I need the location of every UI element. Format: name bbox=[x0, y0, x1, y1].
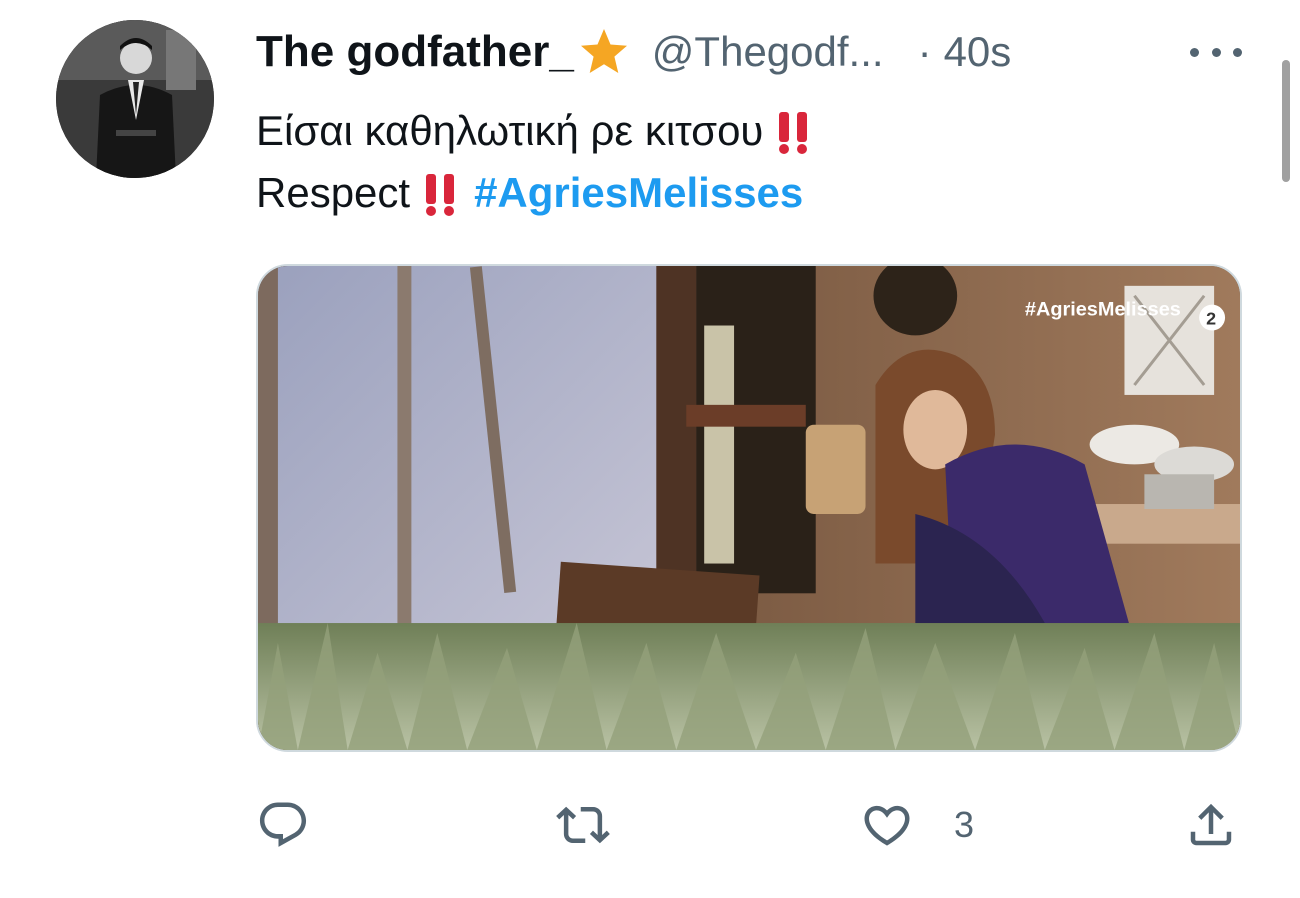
retweet-icon bbox=[556, 806, 610, 844]
avatar[interactable] bbox=[56, 20, 214, 178]
retweet-button[interactable] bbox=[556, 790, 650, 860]
share-icon bbox=[1190, 803, 1232, 846]
channel-logo: 2 bbox=[1206, 309, 1216, 329]
tweet-text-line1: Είσαι καθηλωτική ρε κιτσου bbox=[256, 107, 764, 154]
media-watermark: #AgriesMelisses bbox=[1025, 299, 1181, 321]
heart-icon bbox=[864, 805, 910, 846]
tweet-text-line2: Respect bbox=[256, 169, 411, 216]
user-handle[interactable]: @Thegodf... bbox=[652, 28, 884, 76]
timestamp[interactable]: 40s bbox=[944, 28, 1012, 76]
hashtag-link[interactable]: #AgriesMelisses bbox=[474, 162, 803, 224]
media-photo: #AgriesMelisses 2 bbox=[258, 266, 1240, 750]
display-name[interactable]: The godfather_ bbox=[256, 27, 574, 77]
avatar-image bbox=[56, 20, 214, 178]
star-emoji-icon bbox=[578, 26, 630, 78]
double-exclamation-icon bbox=[422, 171, 458, 216]
tweet-media-image[interactable]: #AgriesMelisses 2 bbox=[256, 264, 1242, 752]
tweet-header: The godfather_ @Thegodf... · 40s bbox=[256, 22, 1246, 82]
share-button[interactable] bbox=[1184, 790, 1238, 860]
tweet-text: Είσαι καθηλωτική ρε κιτσου Respect #Agri… bbox=[256, 100, 811, 224]
double-exclamation-icon bbox=[775, 109, 811, 154]
separator-dot: · bbox=[917, 28, 932, 75]
scrollbar[interactable] bbox=[1282, 60, 1290, 182]
tweet-actions: 3 bbox=[0, 790, 1300, 860]
like-count: 3 bbox=[954, 804, 975, 845]
reply-button[interactable] bbox=[256, 790, 350, 860]
more-options-icon[interactable] bbox=[1190, 30, 1242, 74]
reply-icon bbox=[259, 802, 307, 847]
like-button[interactable]: 3 bbox=[860, 790, 974, 860]
